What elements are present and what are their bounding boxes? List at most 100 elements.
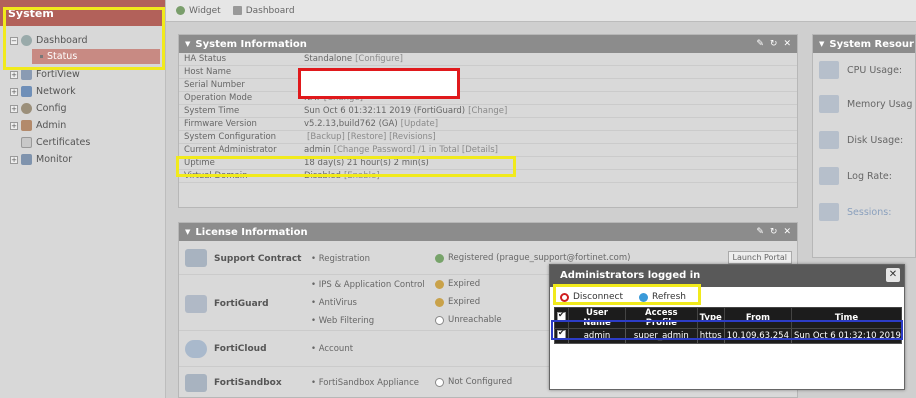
license-name: FortiSandbox [214, 378, 282, 388]
system-information-widget: ▼ System Information ✎ ↻ ✕ HA Status Stan… [178, 34, 798, 208]
cell-time: Sun Oct 6 01:32:10 2019 [790, 328, 903, 344]
dashboard-icon [21, 35, 32, 46]
disconnect-label: Disconnect [573, 292, 623, 302]
license-item: • AntiVirus [311, 298, 357, 308]
widget-title: ▼ License Information ✎ ↻ ✕ [179, 223, 797, 241]
fortiguard-icon [185, 295, 207, 313]
unreachable-icon [435, 315, 444, 325]
sidebar-item-certificates[interactable]: Certificates [0, 134, 165, 151]
collapse-arrow-icon[interactable]: ▼ [185, 40, 190, 48]
license-status: Unreachable [435, 315, 502, 325]
system-info-key: Host Name [184, 67, 232, 77]
table-row[interactable]: admin super_admin https 10.109.63.254 Su… [554, 328, 903, 344]
system-info-row: Uptime 18 day(s) 21 hour(s) 2 min(s) [179, 157, 797, 170]
system-info-row: Firmware Version v5.2.13,build762 (GA) [Up… [179, 118, 797, 131]
widget-title: ▼ System Information ✎ ↻ ✕ [179, 35, 797, 53]
select-all-checkbox[interactable] [554, 307, 569, 329]
dialog-title-text: Administrators logged in [560, 270, 701, 281]
system-info-value: admin [304, 145, 331, 155]
collapse-icon[interactable]: − [10, 36, 18, 45]
checkbox-icon[interactable] [557, 310, 566, 321]
expand-icon[interactable]: + [10, 70, 18, 79]
cpu-icon [819, 61, 839, 79]
edit-icon[interactable]: ✎ [756, 39, 764, 49]
system-info-link[interactable]: [Backup] [Restore] [Revisions] [307, 132, 436, 142]
checkbox-icon[interactable] [557, 328, 566, 339]
widget-tools: ✎ ↻ ✕ [756, 227, 791, 237]
resource-log-rate: Log Rate: [819, 167, 892, 185]
license-status: Expired [435, 279, 480, 289]
sidebar-item-dashboard[interactable]: − Dashboard [0, 32, 165, 49]
system-info-key: System Time [184, 106, 240, 116]
refresh-icon [639, 292, 648, 302]
cell-type: https [696, 328, 725, 344]
license-name: FortiCloud [214, 344, 267, 354]
column-header[interactable]: Access Profile [625, 307, 698, 329]
system-info-link[interactable]: [Configure] [355, 54, 403, 64]
system-info-link[interactable]: [Update] [401, 119, 438, 129]
widget-button[interactable]: Widget [176, 6, 221, 16]
expand-icon[interactable]: + [10, 87, 18, 96]
widget-title-text: System Information [195, 38, 307, 50]
sidebar-item-label: Network [36, 86, 76, 97]
collapse-arrow-icon[interactable]: ▼ [185, 228, 190, 236]
memory-icon [819, 95, 839, 113]
dashboard-toolbar: Widget Dashboard [166, 0, 916, 22]
sidebar-item-config[interactable]: + Config [0, 100, 165, 117]
refresh-button[interactable]: Refresh [639, 292, 686, 302]
close-icon[interactable]: ✕ [783, 39, 791, 49]
resource-sessions: Sessions: [819, 203, 891, 221]
close-icon[interactable]: ✕ [886, 268, 900, 282]
widget-title-text: License Information [195, 226, 308, 238]
sidebar-item-label: Certificates [36, 137, 91, 148]
system-info-row: Host Name [179, 66, 797, 79]
resource-label: Log Rate: [847, 170, 892, 182]
resource-label[interactable]: Sessions: [847, 207, 891, 218]
sidebar-item-fortiview[interactable]: + FortiView [0, 66, 165, 83]
sidebar-item-label: Admin [36, 120, 67, 131]
monitor-icon [21, 154, 32, 165]
column-header[interactable]: Type [696, 307, 725, 329]
sidebar-item-status[interactable]: Status [32, 49, 160, 64]
close-icon[interactable]: ✕ [783, 227, 791, 237]
edit-icon[interactable]: ✎ [756, 227, 764, 237]
system-info-row: Operation Mode NAT [Change] [179, 92, 797, 105]
check-icon [435, 253, 444, 263]
cell-from: 10.109.63.254 [723, 328, 792, 344]
expand-icon[interactable]: + [10, 104, 18, 113]
license-name: FortiGuard [214, 299, 269, 309]
disconnect-button[interactable]: Disconnect [560, 292, 623, 302]
system-info-key: Firmware Version [184, 119, 257, 129]
column-header[interactable]: From [723, 307, 792, 329]
expand-icon[interactable]: + [10, 121, 18, 130]
sidebar-item-network[interactable]: + Network [0, 83, 165, 100]
system-info-link[interactable]: [Enable] [344, 171, 380, 181]
system-info-key: Virtual Domain [184, 171, 248, 181]
refresh-icon[interactable]: ↻ [770, 227, 778, 237]
sidebar-item-label: Monitor [36, 154, 73, 165]
resource-cpu: CPU Usage: [819, 61, 902, 79]
cell-profile: super_admin [625, 328, 698, 344]
widget-title-text: System Resour [829, 38, 914, 50]
system-info-link[interactable]: [Change] [468, 106, 507, 116]
column-header[interactable]: User Name [567, 307, 627, 329]
dot-icon [40, 55, 43, 58]
license-status: Registered (prague_support@fortinet.com) [435, 253, 630, 263]
license-item: • IPS & Application Control [311, 280, 425, 290]
system-info-value: Disabled [304, 171, 341, 181]
refresh-icon[interactable]: ↻ [770, 39, 778, 49]
sidebar-item-label: Dashboard [36, 35, 88, 46]
system-info-row: Serial Number [179, 79, 797, 92]
collapse-arrow-icon[interactable]: ▼ [819, 40, 824, 48]
sidebar-item-admin[interactable]: + Admin [0, 117, 165, 134]
expand-icon[interactable]: + [10, 155, 18, 164]
dashboard-label: Dashboard [245, 5, 295, 16]
sidebar-item-monitor[interactable]: + Monitor [0, 151, 165, 168]
launch-portal-button[interactable]: Launch Portal [727, 251, 792, 264]
system-info-link[interactable]: [Change Password] /1 in Total [Details] [334, 145, 498, 155]
row-checkbox[interactable] [554, 328, 569, 344]
column-header[interactable]: Time [790, 307, 903, 329]
dialog-title: Administrators logged in ✕ [550, 265, 904, 287]
system-info-key: System Configuration [184, 132, 277, 142]
dashboard-button[interactable]: Dashboard [232, 5, 295, 16]
